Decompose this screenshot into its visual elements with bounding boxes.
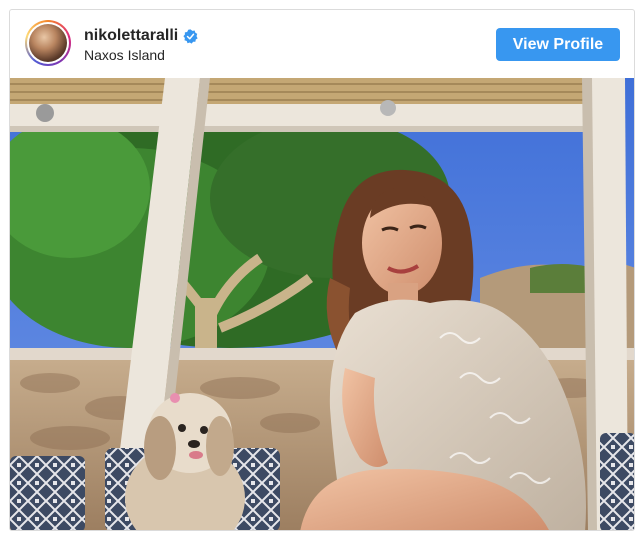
view-profile-button[interactable]: View Profile bbox=[496, 28, 620, 61]
post-header: nikolettaralli Naxos Island View Profile bbox=[10, 10, 634, 78]
post-photo[interactable] bbox=[10, 78, 634, 530]
location-link[interactable]: Naxos Island bbox=[84, 47, 165, 63]
username-link[interactable]: nikolettaralli bbox=[84, 27, 178, 45]
instagram-embed-card: nikolettaralli Naxos Island View Profile bbox=[9, 9, 635, 531]
verified-badge-icon bbox=[183, 28, 198, 44]
avatar[interactable] bbox=[25, 20, 71, 66]
profile-photo bbox=[29, 24, 67, 62]
